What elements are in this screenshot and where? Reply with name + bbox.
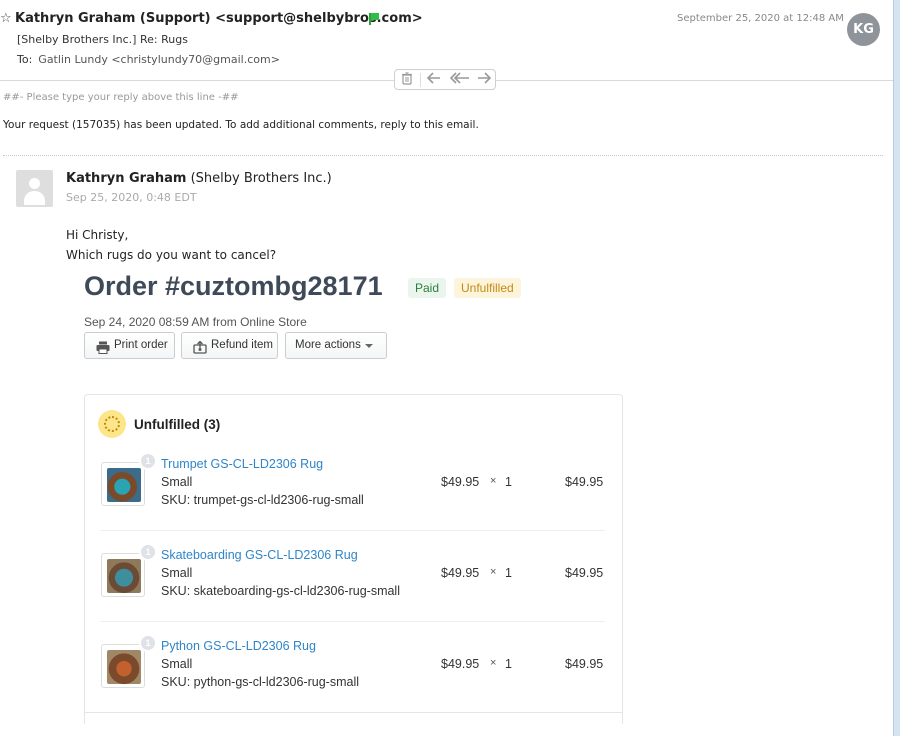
author-name: Kathryn Graham xyxy=(66,171,187,186)
product-variant: Small xyxy=(161,566,193,580)
times-sign: × xyxy=(490,475,497,487)
line-total: $49.95 xyxy=(565,657,604,671)
window-edge-scrollbar xyxy=(893,0,900,736)
unfulfilled-badge: Unfulfilled xyxy=(454,278,521,298)
item-divider xyxy=(100,621,605,622)
line-item: 1 Python GS-CL-LD2306 Rug Small SKU: pyt… xyxy=(100,634,605,724)
refund-item-button[interactable]: Refund item xyxy=(181,332,278,359)
printer-icon xyxy=(96,339,110,354)
chevron-down-icon xyxy=(365,344,373,348)
message-action-bar xyxy=(394,69,496,90)
trash-icon[interactable] xyxy=(398,72,416,88)
product-variant: Small xyxy=(161,475,193,489)
line-total: $49.95 xyxy=(565,566,604,580)
more-actions-label: More actions xyxy=(295,339,361,351)
flag-icon[interactable] xyxy=(369,13,379,25)
author-avatar xyxy=(16,170,53,207)
more-actions-button[interactable]: More actions xyxy=(285,332,387,359)
greeting: Hi Christy, xyxy=(66,228,129,242)
recipient-line: To: Gatlin Lundy <christylundy70@gmail.co… xyxy=(17,53,280,66)
product-sku: SKU: python-gs-cl-ld2306-rug-small xyxy=(161,675,359,689)
quantity: 1 xyxy=(505,566,512,580)
email-date: September 25, 2020 at 12:48 AM xyxy=(677,13,844,24)
line-total: $49.95 xyxy=(565,475,604,489)
quantity-badge: 1 xyxy=(139,543,157,561)
request-update-text: Your request (157035) has been updated. … xyxy=(3,119,479,131)
unfulfilled-title: Unfulfilled (3) xyxy=(134,417,221,432)
reply-all-icon[interactable] xyxy=(449,72,471,88)
quantity: 1 xyxy=(505,657,512,671)
product-link[interactable]: Python GS-CL-LD2306 Rug xyxy=(161,639,316,653)
author-org: (Shelby Brothers Inc.) xyxy=(190,171,332,186)
to-label: To: xyxy=(17,53,33,66)
quantity-badge: 1 xyxy=(139,634,157,652)
message-author: Kathryn Graham (Shelby Brothers Inc.) xyxy=(66,171,332,186)
question: Which rugs do you want to cancel? xyxy=(66,248,277,262)
line-item: 1 Trumpet GS-CL-LD2306 Rug Small SKU: tr… xyxy=(100,452,605,542)
times-sign: × xyxy=(490,657,497,669)
email-header: ☆ Kathryn Graham (Support) <support@shel… xyxy=(0,0,893,80)
unit-price: $49.95 xyxy=(441,657,480,671)
message-body: Hi Christy, Which rugs do you want to ca… xyxy=(66,225,276,265)
quantity: 1 xyxy=(505,475,512,489)
sender: Kathryn Graham (Support) <support@shelby… xyxy=(15,11,423,26)
unfulfilled-status-icon xyxy=(98,410,126,438)
quantity-badge: 1 xyxy=(139,452,157,470)
times-sign: × xyxy=(490,566,497,578)
forward-icon[interactable] xyxy=(475,72,493,88)
message-divider xyxy=(3,155,883,156)
unit-price: $49.95 xyxy=(441,566,480,580)
product-variant: Small xyxy=(161,657,193,671)
print-order-button[interactable]: Print order xyxy=(84,332,175,359)
to-value: Gatlin Lundy <christylundy70@gmail.com> xyxy=(38,53,280,66)
reply-above-line: ##- Please type your reply above this li… xyxy=(3,92,239,103)
item-divider xyxy=(100,530,605,531)
order-meta: Sep 24, 2020 08:59 AM from Online Store xyxy=(84,315,307,329)
product-link[interactable]: Trumpet GS-CL-LD2306 Rug xyxy=(161,457,323,471)
product-thumbnail[interactable] xyxy=(101,462,145,506)
product-sku: SKU: trumpet-gs-cl-ld2306-rug-small xyxy=(161,493,364,507)
refund-item-label: Refund item xyxy=(211,339,274,351)
action-divider xyxy=(420,73,421,87)
product-sku: SKU: skateboarding-gs-cl-ld2306-rug-smal… xyxy=(161,584,400,598)
line-item: 1 Skateboarding GS-CL-LD2306 Rug Small S… xyxy=(100,543,605,633)
refund-icon xyxy=(193,339,207,354)
product-thumbnail[interactable] xyxy=(101,553,145,597)
sender-avatar: KG xyxy=(847,13,880,46)
star-outline-icon[interactable]: ☆ xyxy=(0,11,12,26)
product-thumbnail[interactable] xyxy=(101,644,145,688)
email-subject: [Shelby Brothers Inc.] Re: Rugs xyxy=(17,33,188,46)
print-order-label: Print order xyxy=(114,339,168,351)
message-date: Sep 25, 2020, 0:48 EDT xyxy=(66,191,197,204)
unit-price: $49.95 xyxy=(441,475,480,489)
paid-badge: Paid xyxy=(408,278,447,298)
product-link[interactable]: Skateboarding GS-CL-LD2306 Rug xyxy=(161,548,358,562)
order-title: Order #cuztombg28171 xyxy=(84,271,383,301)
reply-icon[interactable] xyxy=(425,72,443,88)
